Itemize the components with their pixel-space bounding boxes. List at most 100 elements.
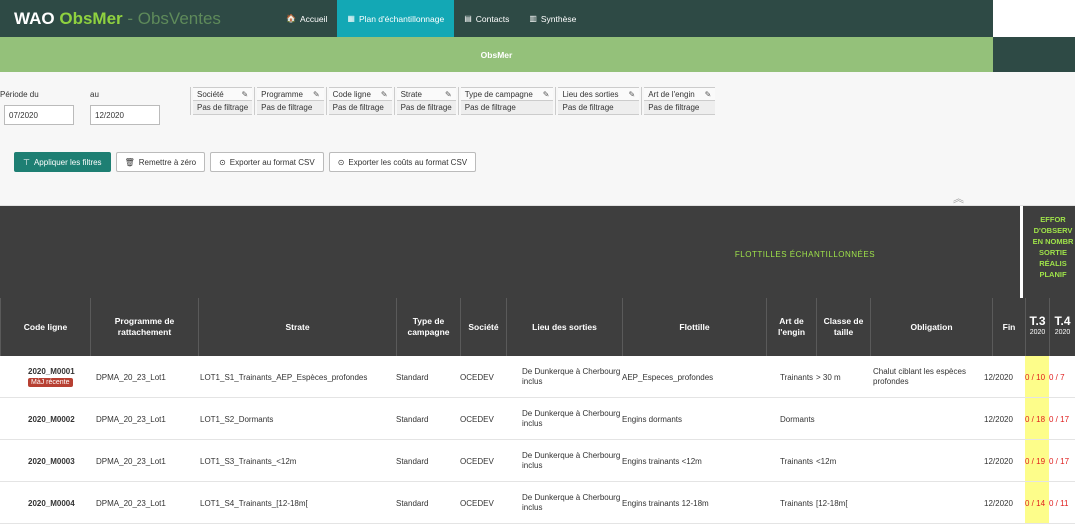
cell-flottille: Engins trainants <12m [622,456,702,466]
col-code-ligne[interactable]: Code ligne [0,298,90,356]
filter-art-engin[interactable]: Art de l'engin ✎ Pas de filtrage [641,87,716,115]
edit-icon[interactable]: ✎ [629,90,636,99]
filter-value: Pas de filtrage [396,101,456,115]
period-from-input[interactable]: 07/2020 [4,105,74,125]
cell-flottille: AEP_Especes_profondes [622,372,714,382]
filter-label: Programme [261,89,303,99]
topbar-overflow [993,0,1075,37]
col-societe[interactable]: Société [460,298,506,356]
cell-lieu: De Dunkerque à Cherbourg inclus [522,409,621,428]
table-row[interactable]: 2020_M0003 DPMA_20_23_Lot1 LOT1_S3_Trainan… [0,440,1075,482]
table-row[interactable]: 2020_M0002 DPMA_20_23_Lot1 LOT1_S2_Dormant… [0,398,1075,440]
edit-icon[interactable]: ✎ [381,90,388,99]
col-strate[interactable]: Strate [198,298,396,356]
filter-value: Pas de filtrage [193,101,253,115]
cell-fin: 12/2020 [984,414,1013,424]
edit-icon[interactable]: ✎ [543,90,550,99]
cell-code-ligne: 2020_M0003 [28,440,90,482]
export-csv-button[interactable]: ⊙ Exporter au format CSV [210,152,324,172]
cell-strate: LOT1_S4_Trainants_[12-18m[ [200,498,308,508]
filter-lieu-sorties[interactable]: Lieu des sorties ✎ Pas de filtrage [555,87,640,115]
cell-lieu: De Dunkerque à Cherbourg inclus [522,451,621,470]
home-icon: 🏠 [286,14,296,23]
filter-value: Pas de filtrage [328,101,392,115]
filter-programme[interactable]: Programme ✎ Pas de filtrage [254,87,324,115]
button-label: Appliquer les filtres [33,157,102,167]
col-classe-taille[interactable]: Classe de taille [816,298,870,356]
cell-strate: LOT1_S2_Dormants [200,414,274,424]
table-row[interactable]: 2020_M0004 DPMA_20_23_Lot1 LOT1_S4_Trainan… [0,482,1075,524]
info-icon: ⊙ [337,157,345,167]
filter-strate[interactable]: Strate ✎ Pas de filtrage [393,87,456,115]
filter-code-ligne[interactable]: Code ligne ✎ Pas de filtrage [325,87,392,115]
col-fin[interactable]: Fin [992,298,1025,356]
export-costs-csv-button[interactable]: ⊙ Exporter les coûts au format CSV [328,152,477,172]
effort-line: EN NOMBR [1032,237,1074,246]
button-label: Exporter au format CSV [229,157,315,167]
col-flottille[interactable]: Flottille [622,298,766,356]
filter-label: Lieu des sorties [562,89,619,99]
code-ligne-link[interactable]: 2020_M0004 [28,499,75,508]
code-ligne-link[interactable]: 2020_M0002 [28,415,75,424]
col-programme[interactable]: Programme de rattachement [90,298,198,356]
cell-obligation [873,398,992,440]
period-to: au 12/2020 [90,90,160,125]
period-to-input[interactable]: 12/2020 [90,105,160,125]
col-t4[interactable]: T.4 2020 [1049,298,1075,356]
column-filters: Société ✎ Pas de filtrage Programme ✎ Pas de… [190,87,717,115]
edit-icon[interactable]: ✎ [241,90,248,99]
code-ligne-link[interactable]: 2020_M0001 [28,367,75,376]
t3-label: T.3 [1029,314,1046,328]
cell-lieu: De Dunkerque à Cherbourg inclus [522,367,621,386]
table-group-header: FLOTTILLES ÉCHANTILLONNÉES [0,206,1020,298]
cell-obligation: Chalut ciblant les espèces profondes [873,367,966,386]
edit-icon[interactable]: ✎ [313,90,320,99]
cell-societe: OCEDEV [460,456,494,466]
sampling-plan-table: FLOTTILLES ÉCHANTILLONNÉES EFFOR D'OBSER… [0,206,1075,524]
cell-t3: 0 / 10 [1025,372,1046,382]
apply-filters-button[interactable]: ⊤ Appliquer les filtres [14,152,111,172]
nav-contacts[interactable]: ▤ Contacts [454,0,519,37]
subbar-overflow [993,37,1075,72]
top-navbar: WAO ObsMer - ObsVentes 🏠 Accueil ▦ Plan d'… [0,0,993,37]
col-art-engin[interactable]: Art de l'engin [766,298,816,356]
cell-art: Trainants [780,498,814,508]
cell-t3: 0 / 18 [1025,414,1046,424]
edit-icon[interactable]: ✎ [445,90,452,99]
nav-plan-echantillonnage[interactable]: ▦ Plan d'échantillonnage [337,0,455,37]
nav-label: Plan d'échantillonnage [358,13,445,24]
code-ligne-link[interactable]: 2020_M0003 [28,457,75,466]
reset-button[interactable]: 🗑 Remettre à zéro [115,152,206,172]
cell-t4: 0 / 11 [1049,498,1069,508]
col-obligation[interactable]: Obligation [870,298,992,356]
cell-fin: 12/2020 [984,372,1013,382]
filter-label: Art de l'engin [648,89,695,99]
collapse-chevron-icon[interactable]: ︽ [953,190,964,206]
cell-t4: 0 / 17 [1049,414,1070,424]
button-label: Exporter les coûts au format CSV [348,157,468,167]
period-from: Période du 07/2020 [0,90,74,125]
cell-programme: DPMA_20_23_Lot1 [96,414,166,424]
main-nav: 🏠 Accueil ▦ Plan d'échantillonnage ▤ Contac… [276,0,586,37]
table-row[interactable]: 2020_M0001 MàJ récente DPMA_20_23_Lot1 LOT1… [0,356,1075,398]
nav-accueil[interactable]: 🏠 Accueil [276,0,337,37]
filter-icon: ⊤ [23,157,30,167]
brand-obsventes: - ObsVentes [122,8,221,28]
edit-icon[interactable]: ✎ [705,90,712,99]
cell-art: Trainants [780,456,814,466]
col-lieu-sorties[interactable]: Lieu des sorties [506,298,622,356]
cell-type: Standard [396,456,429,466]
col-t3[interactable]: T.3 2020 [1025,298,1049,356]
nav-label: Synthèse [540,13,577,24]
cell-code-ligne: 2020_M0002 [28,398,90,440]
brand-wao: WAO [14,8,60,28]
cell-code-ligne: 2020_M0004 [28,482,90,524]
nav-synthese[interactable]: ▥ Synthèse [519,0,586,37]
col-type-campagne[interactable]: Type de campagne [396,298,460,356]
app-logo[interactable]: WAO ObsMer - ObsVentes [14,9,276,29]
filter-type-campagne[interactable]: Type de campagne ✎ Pas de filtrage [457,87,554,115]
filter-societe[interactable]: Société ✎ Pas de filtrage [190,87,253,115]
cell-art: Trainants [780,372,814,382]
cell-classe [816,398,870,440]
t3-year: 2020 [1029,329,1046,336]
